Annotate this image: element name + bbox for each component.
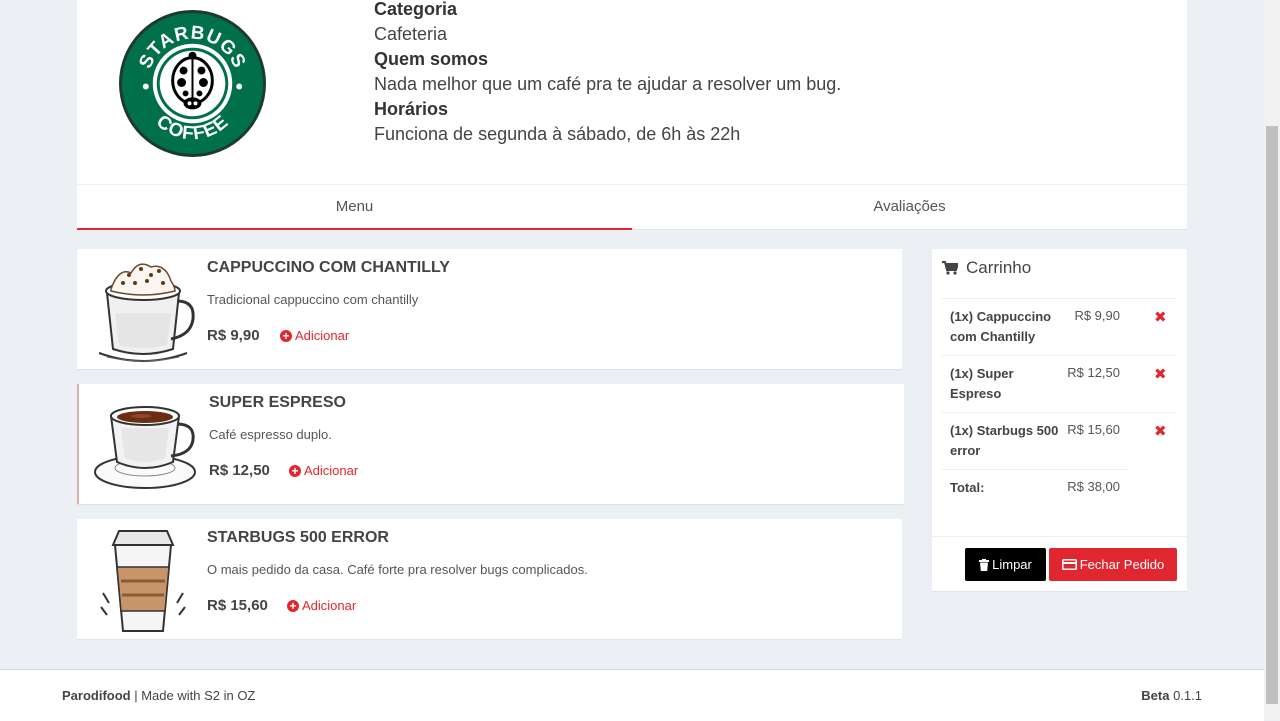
clear-cart-label: Limpar (992, 557, 1032, 572)
cart-item: (1x) Super Espreso R$ 12,50 ✖ (942, 355, 1176, 412)
tab-reviews[interactable]: Avaliações (632, 185, 1187, 228)
about-label: Quem somos (374, 49, 489, 69)
credit-card-icon (1061, 559, 1077, 570)
add-button[interactable]: + Adicionar (287, 598, 356, 613)
cart-total: Total: R$ 38,00 (942, 469, 1128, 510)
shopping-cart-icon (942, 261, 958, 275)
cart-title-label: Carrinho (966, 258, 1032, 277)
item-price: R$ 12,50 (209, 462, 270, 479)
item-name: STARBUGS 500 ERROR (207, 529, 389, 546)
add-label: Adicionar (302, 598, 357, 613)
add-label: Adicionar (295, 328, 350, 343)
cappuccino-image (98, 263, 195, 362)
add-label: Adicionar (304, 463, 359, 478)
store-header: STARBUGS COFFEE Categoria Cafeteria Quem… (77, 0, 1187, 230)
cart-item-name: (1x) Cappuccino com Chantilly (950, 309, 1052, 344)
remove-item-icon[interactable]: ✖ (1154, 308, 1167, 326)
scrollbar-thumb[interactable] (1266, 126, 1278, 704)
version-label: Beta (1141, 688, 1170, 703)
plus-circle-icon: + (289, 464, 301, 477)
page-footer: Parodifood | Made with S2 in OZ Beta 0.1… (0, 669, 1264, 721)
footer-credits: Parodifood | Made with S2 in OZ (62, 688, 255, 703)
store-logo: STARBUGS COFFEE (118, 9, 267, 158)
cart-panel: Carrinho (1x) Cappuccino com Chantilly R… (932, 249, 1187, 591)
hours-label: Horários (374, 99, 449, 119)
plus-circle-icon: + (280, 329, 292, 342)
item-name: CAPPUCCINO COM CHANTILLY (207, 259, 450, 276)
item-description: Tradicional cappuccino com chantilly (207, 292, 419, 307)
footer-tagline: | Made with S2 in OZ (130, 688, 256, 703)
checkout-button[interactable]: Fechar Pedido (1049, 548, 1177, 581)
remove-item-icon[interactable]: ✖ (1154, 422, 1167, 440)
cart-item: (1x) Cappuccino com Chantilly R$ 9,90 ✖ (942, 298, 1176, 355)
about-value: Nada melhor que um café pra te ajudar a … (374, 74, 842, 94)
cart-footer (932, 536, 1187, 537)
remove-item-icon[interactable]: ✖ (1154, 365, 1167, 383)
footer-version: Beta 0.1.1 (1141, 688, 1202, 703)
tab-menu[interactable]: Menu (77, 185, 632, 230)
menu-item: CAPPUCCINO COM CHANTILLY Tradicional cap… (77, 249, 902, 369)
footer-brand: Parodifood (62, 688, 131, 703)
cart-item-name: (1x) Starbugs 500 error (950, 423, 1059, 458)
hours-value: Funciona de segunda à sábado, de 6h às 2… (374, 124, 741, 144)
store-info: Categoria Cafeteria Quem somos Nada melh… (374, 0, 841, 147)
plus-circle-icon: + (287, 599, 299, 612)
cart-item: (1x) Starbugs 500 error R$ 15,60 ✖ (942, 412, 1176, 469)
to-go-cup-image (100, 530, 186, 632)
item-name: SUPER ESPRESO (209, 394, 346, 411)
category-label: Categoria (374, 0, 458, 19)
add-button[interactable]: + Adicionar (289, 463, 358, 478)
tab-bar: Menu Avaliações (77, 184, 1187, 230)
item-price: R$ 9,90 (207, 327, 260, 344)
menu-item: STARBUGS 500 ERROR O mais pedido da casa… (77, 519, 902, 639)
item-description: O mais pedido da casa. Café forte pra re… (207, 562, 588, 577)
cart-title: Carrinho (942, 258, 1031, 278)
cart-item-name: (1x) Super Espreso (950, 366, 1014, 401)
vertical-scrollbar[interactable] (1264, 0, 1280, 720)
trash-icon (979, 558, 990, 571)
version-value: 0.1.1 (1169, 688, 1202, 703)
clear-cart-button[interactable]: Limpar (965, 548, 1046, 581)
cart-total-value: R$ 38,00 (1067, 479, 1120, 494)
espresso-image (94, 406, 196, 489)
menu-item: SUPER ESPRESO Café espresso duplo. R$ 12… (77, 384, 904, 504)
cart-item-price: R$ 15,60 (1067, 422, 1120, 437)
checkout-label: Fechar Pedido (1079, 557, 1165, 572)
cart-item-price: R$ 9,90 (1074, 308, 1120, 323)
category-value: Cafeteria (374, 24, 448, 44)
cart-item-price: R$ 12,50 (1067, 365, 1120, 380)
cart-total-label: Total: (950, 480, 985, 495)
page: STARBUGS COFFEE Categoria Cafeteria Quem… (0, 0, 1264, 721)
item-price: R$ 15,60 (207, 597, 268, 614)
item-description: Café espresso duplo. (209, 427, 332, 442)
add-button[interactable]: + Adicionar (280, 328, 349, 343)
